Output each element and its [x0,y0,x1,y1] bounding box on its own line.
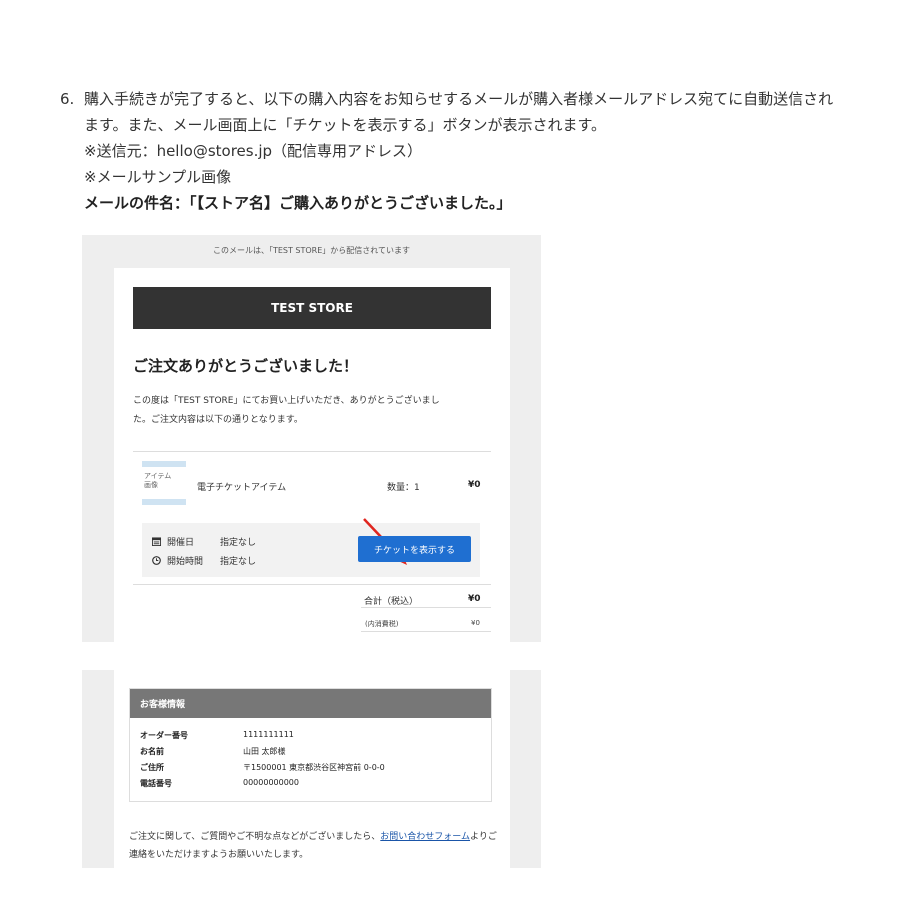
divider [361,631,491,632]
sample-image-note: ※メールサンプル画像 [84,168,232,186]
instruction-line-1: 購入手続きが完了すると、以下の購入内容をお知らせするメールが購入者様メールアドレ… [84,90,834,108]
event-date-value: 指定なし [220,538,257,548]
event-date-row: 開催日 指定なし [152,535,256,548]
calendar-icon [152,537,161,546]
info-value: 山田 太郎様 [243,747,286,756]
email-sample-image-1: このメールは、「TEST STORE」から配信されています TEST STORE… [82,235,541,642]
start-time-value: 指定なし [220,557,257,567]
step-number: 6. [60,90,75,108]
total-value: ¥0 [468,594,481,604]
info-label: 電話番号 [140,779,172,788]
sender-note: ※送信元：hello@stores.jp（配信専用アドレス） [84,142,423,160]
info-row-phone: 電話番号 00000000000 [140,778,299,789]
item-price: ¥0 [468,480,481,490]
order-message-line-1: この度は「TEST STORE」にてお買い上げいただき、ありがとうございまし [133,396,440,406]
contact-message-text: ご注文に関して、ご質問やご不明な点などがございましたら、 [129,832,381,842]
info-label: オーダー番号 [140,731,188,740]
info-value: 〒1500001 東京都渋谷区神宮前 0-0-0 [243,763,385,772]
customer-info-title: お客様情報 [130,689,491,718]
info-row-address: ご住所 〒1500001 東京都渋谷区神宮前 0-0-0 [140,762,385,773]
email-card: TEST STORE ご注文ありがとうございました！ この度は「TEST STO… [114,268,510,642]
start-time-row: 開始時間 指定なし [152,554,256,567]
show-ticket-button[interactable]: チケットを表示する [358,536,471,562]
info-label: お名前 [140,747,164,756]
tax-value: ¥0 [471,619,480,627]
event-date-label: 開催日 [167,538,195,548]
contact-form-link[interactable]: お問い合わせフォーム [380,832,470,842]
tax-label: (内消費税) [365,620,399,628]
email-subject: メールの件名：「【ストア名】ご購入ありがとうございました。」 [84,194,512,212]
contact-message: ご注文に関して、ご質問やご不明な点などがございましたら、お問い合わせフォームより… [129,828,499,864]
image-bar-top [142,461,186,467]
info-label: ご住所 [140,763,164,772]
email-sample-image-2: お客様情報 オーダー番号 1111111111 お名前 山田 太郎様 ご住所 〒… [82,670,541,868]
info-value: 1111111111 [243,730,294,739]
instruction-line-2: ます。また、メール画面上に「チケットを表示する」ボタンが表示されます。 [84,116,607,134]
store-header: TEST STORE [133,287,491,329]
item-image-label-1: アイテム [144,472,172,480]
order-message-line-2: た。ご注文内容は以下の通りとなります。 [133,415,303,425]
info-value: 00000000000 [243,778,299,787]
divider [133,451,491,452]
order-message: この度は「TEST STORE」にてお買い上げいただき、ありがとうございまし た… [133,392,483,430]
email-notice: このメールは、「TEST STORE」から配信されています [212,246,411,255]
thanks-heading: ご注文ありがとうございました！ [133,357,359,375]
item-image-label-2: 画像 [144,481,158,489]
info-row-name: お名前 山田 太郎様 [140,746,286,757]
item-quantity: 数量：1 [387,483,420,493]
total-label: 合計（税込） [364,597,419,607]
instruction-step-6: 6. 購入手続きが完了すると、以下の購入内容をお知らせするメールが購入者様メール… [60,86,900,216]
divider [133,584,491,585]
item-name: 電子チケットアイテム [197,483,287,493]
clock-icon [152,556,161,565]
customer-info-box: お客様情報 オーダー番号 1111111111 お名前 山田 太郎様 ご住所 〒… [129,688,492,802]
info-row-order-number: オーダー番号 1111111111 [140,730,294,741]
item-image-label: アイテム 画像 [144,472,171,490]
image-bar-bottom [142,499,186,505]
start-time-label: 開始時間 [167,557,204,567]
email-card-2: お客様情報 オーダー番号 1111111111 お名前 山田 太郎様 ご住所 〒… [114,670,510,868]
divider [361,607,491,608]
item-image-placeholder: アイテム 画像 [142,461,188,505]
